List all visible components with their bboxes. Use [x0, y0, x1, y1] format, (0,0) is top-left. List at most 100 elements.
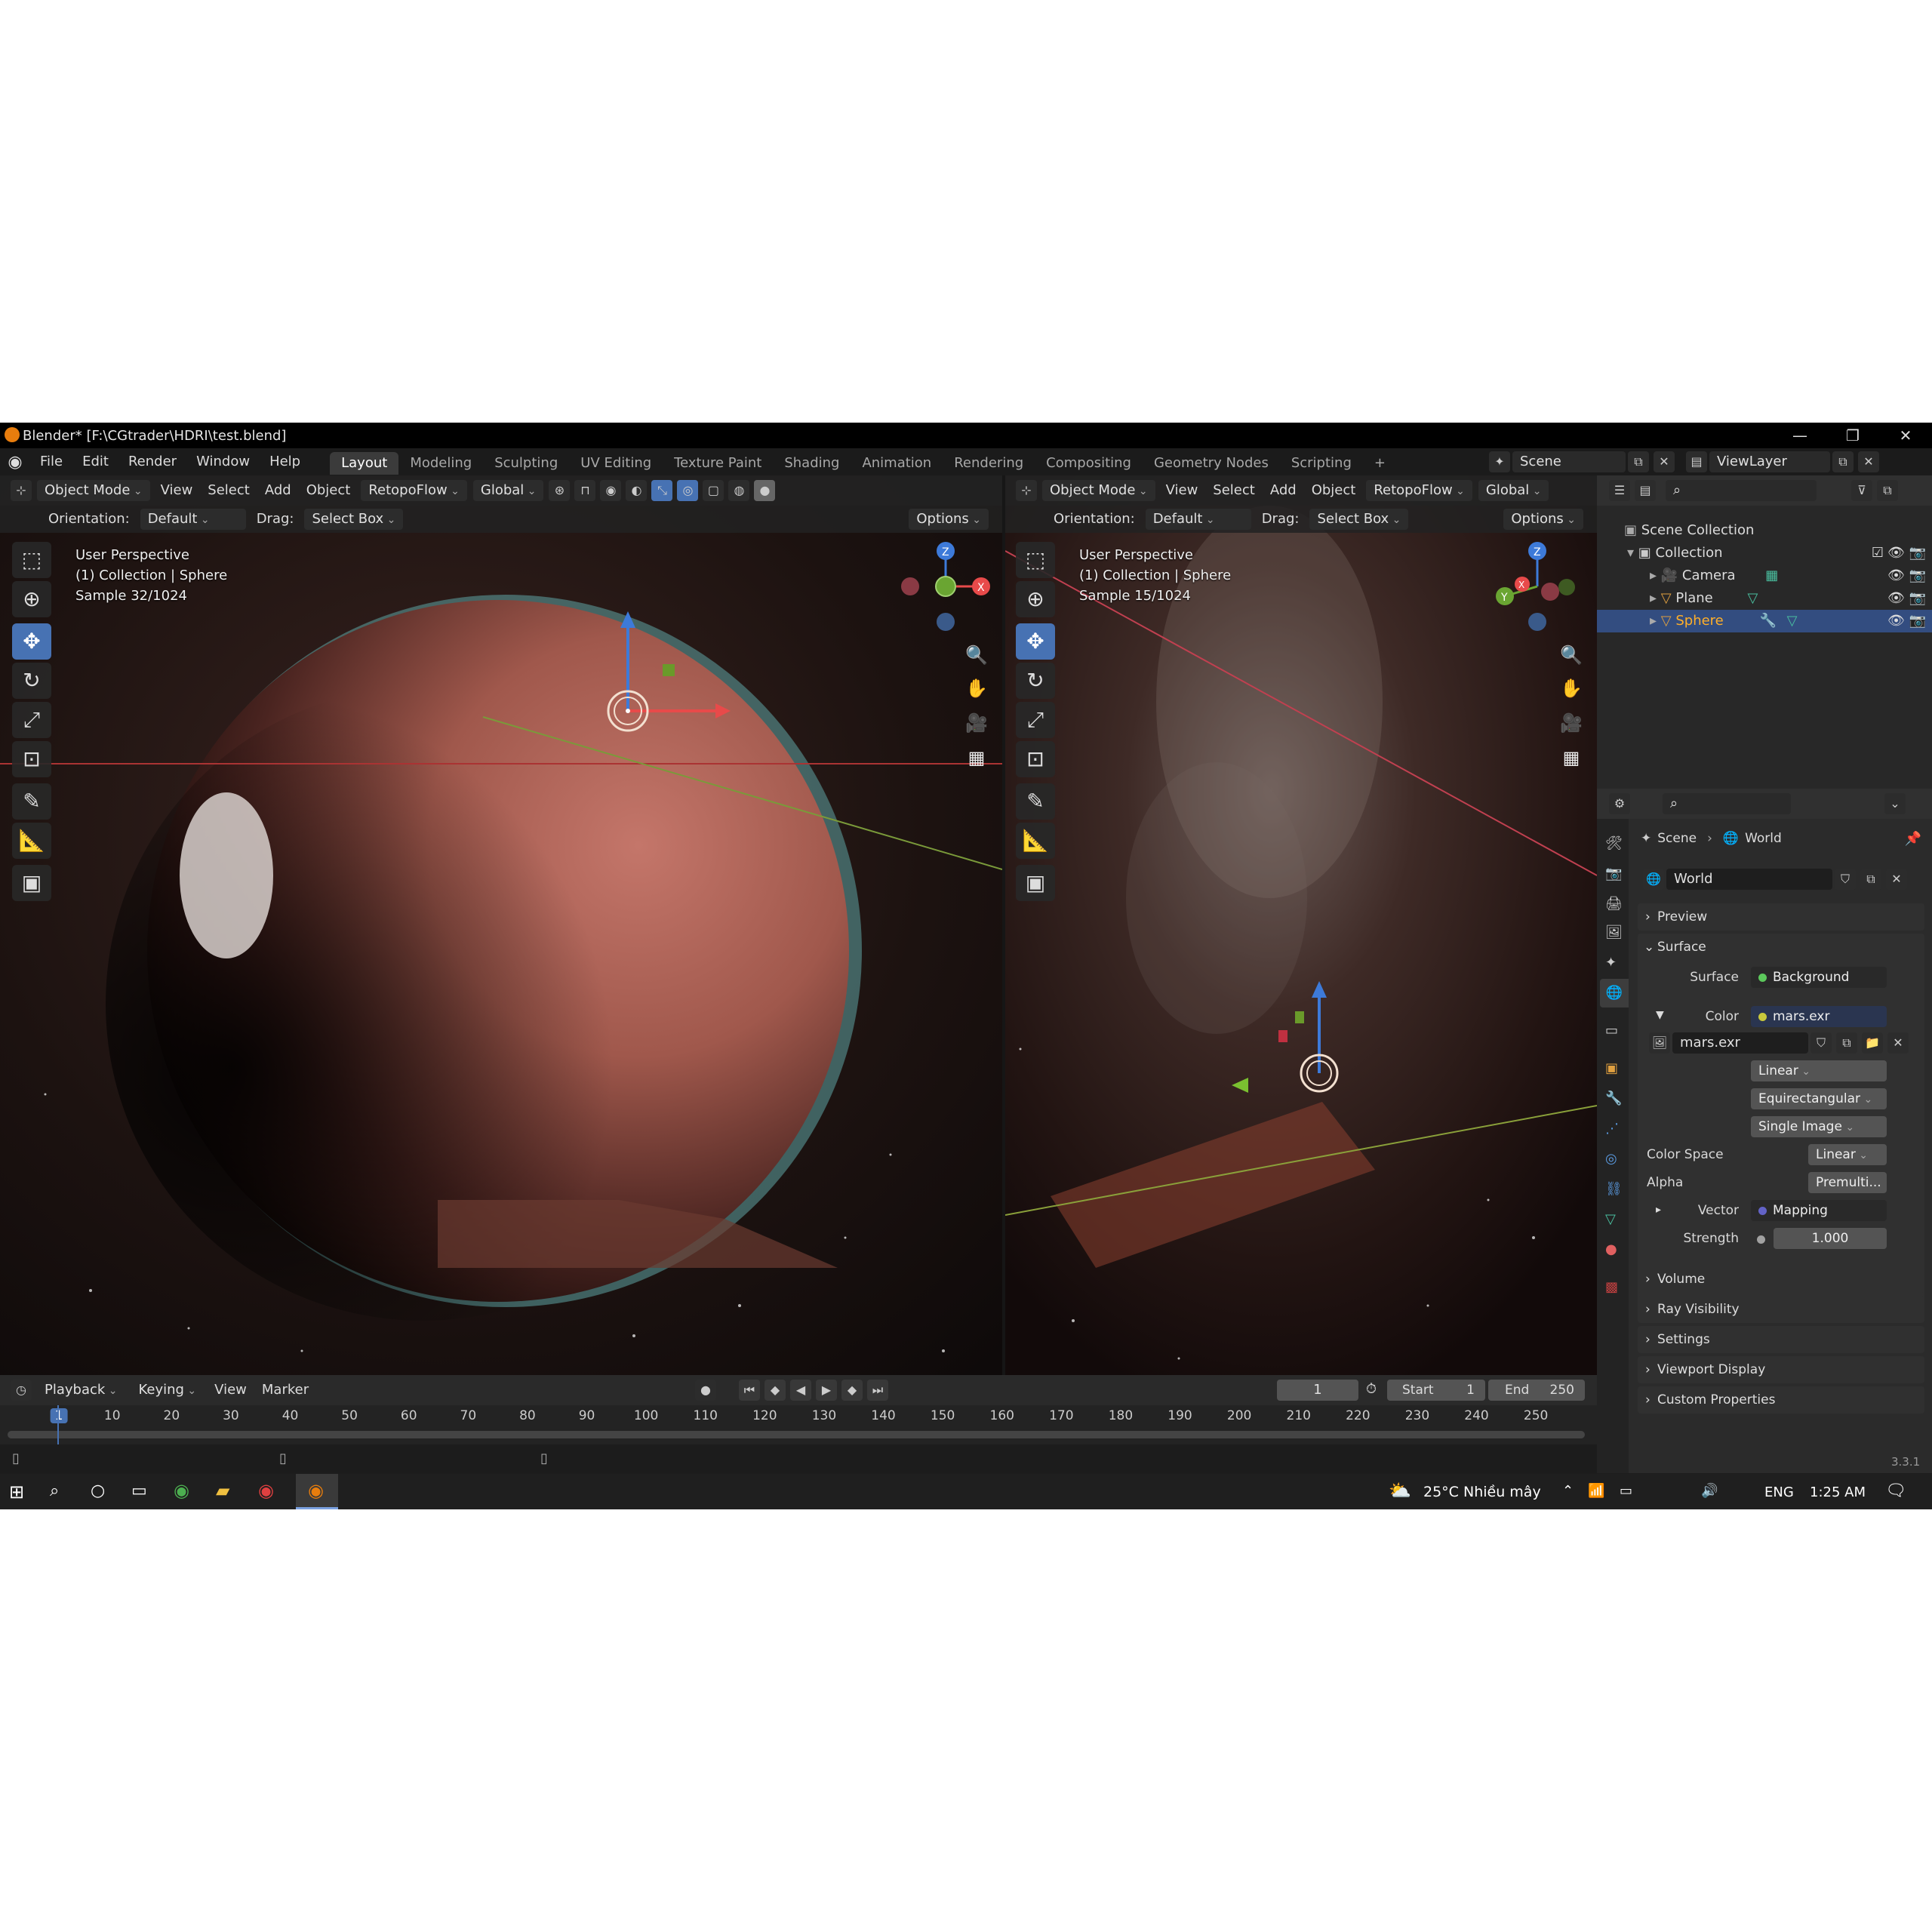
- menu-file[interactable]: File: [30, 448, 72, 475]
- panel-custom-properties[interactable]: › Custom Properties: [1638, 1386, 1924, 1414]
- viewport-left[interactable]: ⊹ Object Mode View Select Add Object Ret…: [0, 475, 1002, 1375]
- editor-type-icon[interactable]: ⊹: [11, 480, 32, 501]
- expand-arrow-icon[interactable]: ▸: [1656, 1204, 1661, 1216]
- playhead-line[interactable]: [57, 1405, 59, 1444]
- overlay-toggle-icon[interactable]: ◎: [677, 480, 699, 501]
- pan-hand-icon[interactable]: ✋: [1556, 673, 1586, 703]
- outliner-item-plane[interactable]: ▸ ▽ Plane ▽ 👁 📷: [1597, 587, 1932, 610]
- cursor-tool-icon[interactable]: ⊕: [1016, 581, 1055, 617]
- tab-geometry-nodes[interactable]: Geometry Nodes: [1143, 452, 1280, 475]
- open-folder-icon[interactable]: 📁: [1862, 1032, 1883, 1054]
- rotate-tool-icon[interactable]: ↻: [1016, 663, 1055, 699]
- panel-surface[interactable]: ⌄ Surface: [1638, 934, 1924, 961]
- view-layer-field[interactable]: ViewLayer: [1709, 451, 1830, 472]
- menu-object[interactable]: Object: [299, 475, 358, 506]
- task-view-icon[interactable]: ▭: [131, 1481, 147, 1500]
- play-icon[interactable]: ▶: [816, 1380, 837, 1401]
- cursor-tool-icon[interactable]: ⊕: [12, 581, 51, 617]
- exclude-checkbox[interactable]: ☑: [1872, 542, 1884, 565]
- add-workspace-button[interactable]: +: [1363, 452, 1397, 475]
- orientation-dropdown[interactable]: Default: [1145, 509, 1251, 530]
- rotate-tool-icon[interactable]: ↻: [12, 663, 51, 699]
- transform-orientation-dropdown[interactable]: Global: [1478, 480, 1549, 501]
- tab-modeling[interactable]: Modeling: [398, 452, 483, 475]
- menu-view[interactable]: View: [153, 475, 201, 506]
- jump-end-icon[interactable]: ⏭: [867, 1380, 888, 1401]
- blender-taskbar-button[interactable]: ◉: [296, 1474, 338, 1509]
- menu-render[interactable]: Render: [118, 448, 186, 475]
- add-cube-tool-icon[interactable]: ▣: [12, 865, 51, 901]
- file-explorer-icon[interactable]: ▰: [216, 1480, 229, 1501]
- menu-add[interactable]: Add: [257, 475, 299, 506]
- menu-window[interactable]: Window: [186, 448, 260, 475]
- browser-icon[interactable]: ◉: [258, 1480, 274, 1501]
- projection-dropdown[interactable]: Equirectangular: [1751, 1088, 1887, 1109]
- panel-settings[interactable]: › Settings: [1638, 1326, 1924, 1353]
- material-tab-icon[interactable]: ●: [1605, 1241, 1617, 1257]
- visibility-eye-icon[interactable]: 👁: [1887, 565, 1905, 587]
- surface-shader-field[interactable]: Background: [1751, 967, 1887, 988]
- render-camera-icon[interactable]: 📷: [1909, 610, 1926, 632]
- menu-view[interactable]: View: [207, 1375, 254, 1405]
- particles-tab-icon[interactable]: ⋰: [1605, 1121, 1619, 1137]
- expand-arrow-icon[interactable]: ▸: [1650, 613, 1661, 629]
- outliner-collection[interactable]: ▾ ▣ Collection ☑ 👁 📷: [1597, 542, 1932, 565]
- scene-selector-icon[interactable]: ✦: [1489, 451, 1510, 472]
- minimize-button[interactable]: —: [1774, 423, 1826, 448]
- snap-icon[interactable]: ⊓: [574, 480, 596, 501]
- render-camera-icon[interactable]: 📷: [1909, 587, 1926, 610]
- retopoflow-dropdown[interactable]: RetopoFlow: [1366, 480, 1472, 501]
- transform-tool-icon[interactable]: ⊡: [12, 741, 51, 777]
- drag-dropdown[interactable]: Select Box: [1309, 509, 1409, 530]
- properties-search-input[interactable]: ⌕: [1663, 793, 1791, 814]
- camera-view-icon[interactable]: 🎥: [961, 708, 992, 738]
- weather-text[interactable]: 25°C Nhiều mây: [1423, 1484, 1541, 1500]
- jump-start-icon[interactable]: ⏮: [739, 1380, 760, 1401]
- menu-help[interactable]: Help: [260, 448, 310, 475]
- options-dropdown[interactable]: Options: [1503, 509, 1583, 530]
- collection-tab-icon[interactable]: ▭: [1605, 1023, 1618, 1038]
- select-box-tool-icon[interactable]: ⬚: [1016, 542, 1055, 578]
- expand-arrow-icon[interactable]: ▸: [1650, 590, 1661, 606]
- panel-ray-visibility[interactable]: › Ray Visibility: [1638, 1296, 1924, 1323]
- tab-compositing[interactable]: Compositing: [1035, 452, 1143, 475]
- render-tab-icon[interactable]: 📷: [1605, 866, 1622, 881]
- menu-marker[interactable]: Marker: [254, 1375, 316, 1405]
- alpha-dropdown[interactable]: Premulti...: [1808, 1172, 1887, 1193]
- current-frame-field[interactable]: 1: [1277, 1380, 1358, 1401]
- outliner-scene-collection[interactable]: ▣ Scene Collection: [1597, 519, 1932, 542]
- delete-view-layer-icon[interactable]: ✕: [1858, 451, 1879, 472]
- wireframe-shading-icon[interactable]: ◍: [728, 480, 750, 501]
- pivot-icon[interactable]: ⊛: [549, 480, 571, 501]
- volume-icon[interactable]: 🔊: [1701, 1483, 1718, 1499]
- tab-animation[interactable]: Animation: [851, 452, 943, 475]
- battery-icon[interactable]: ▭: [1620, 1483, 1632, 1499]
- menu-object[interactable]: Object: [1304, 475, 1364, 506]
- visibility-icon[interactable]: ◐: [626, 480, 648, 501]
- duplicate-icon[interactable]: ⧉: [1836, 1032, 1857, 1054]
- panel-viewport-display[interactable]: › Viewport Display: [1638, 1356, 1924, 1383]
- expand-arrow-icon[interactable]: ▼: [1656, 1009, 1664, 1021]
- expand-arrow-icon[interactable]: ▸: [1650, 568, 1661, 583]
- modifier-tab-icon[interactable]: 🔧: [1605, 1091, 1622, 1106]
- move-tool-icon[interactable]: ✥: [1016, 623, 1055, 660]
- world-tab-icon[interactable]: 🌐: [1600, 979, 1629, 1008]
- constraints-tab-icon[interactable]: ⛓: [1605, 1181, 1623, 1197]
- measure-tool-icon[interactable]: 📐: [1016, 823, 1055, 859]
- pan-hand-icon[interactable]: ✋: [961, 673, 992, 703]
- transform-tool-icon[interactable]: ⊡: [1016, 741, 1055, 777]
- data-tab-icon[interactable]: ▽: [1605, 1211, 1616, 1227]
- world-browse-icon[interactable]: 🌐: [1643, 869, 1664, 890]
- tray-overflow-icon[interactable]: ⌃: [1562, 1483, 1574, 1499]
- collapse-icon[interactable]: ⌄: [1884, 793, 1906, 814]
- fake-user-icon[interactable]: ⛉: [1835, 869, 1856, 890]
- clock[interactable]: 1:25 AM: [1810, 1484, 1866, 1500]
- render-camera-icon[interactable]: 📷: [1909, 565, 1926, 587]
- new-collection-icon[interactable]: ⧉: [1877, 480, 1898, 501]
- display-mode-icon[interactable]: ☰: [1609, 480, 1630, 501]
- menu-view[interactable]: View: [1158, 475, 1206, 506]
- annotate-tool-icon[interactable]: ✎: [1016, 783, 1055, 820]
- blender-menu-icon[interactable]: ◉: [0, 453, 30, 472]
- tab-scripting[interactable]: Scripting: [1280, 452, 1363, 475]
- retopoflow-dropdown[interactable]: RetopoFlow: [361, 480, 467, 501]
